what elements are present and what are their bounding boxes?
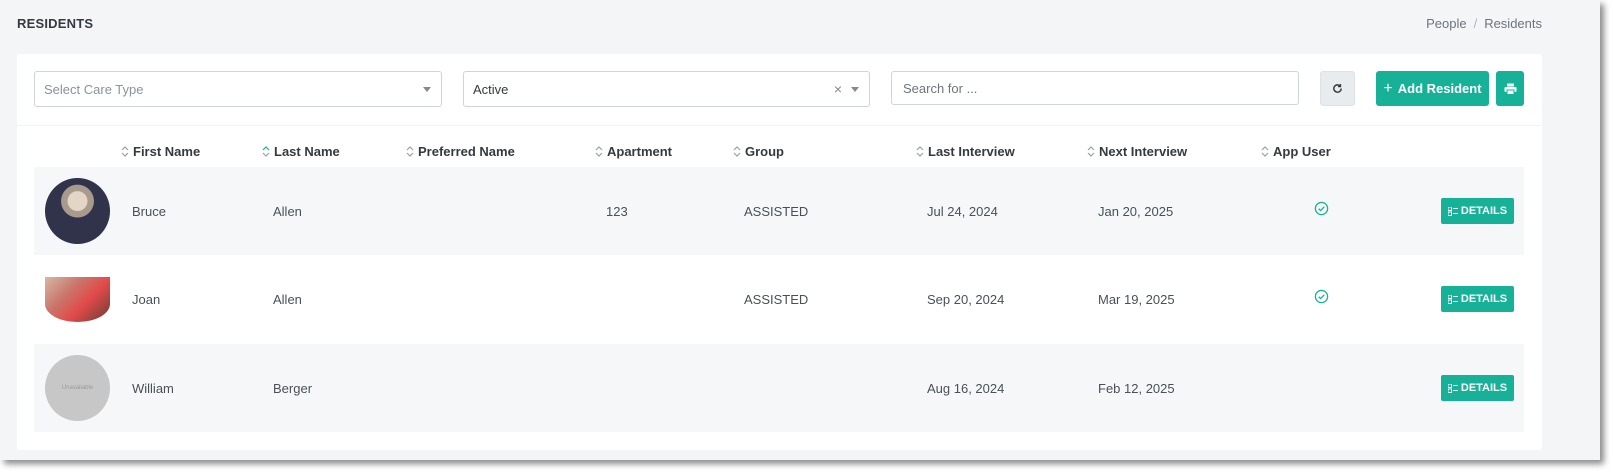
- sort-icon: [406, 146, 414, 157]
- refresh-icon: [1333, 84, 1342, 93]
- plus-icon: +: [1383, 79, 1393, 97]
- details-label: DETAILS: [1460, 205, 1508, 217]
- page-title: RESIDENTS: [17, 16, 94, 31]
- filter-bar: Select Care Type Active × + Add Resident: [17, 54, 1542, 126]
- table-row[interactable]: Unavailable William Berger Aug 16, 2024 …: [34, 344, 1524, 432]
- avatar: [45, 178, 110, 244]
- last-name: Allen: [273, 292, 302, 307]
- column-label: First Name: [133, 144, 201, 159]
- clear-icon[interactable]: ×: [834, 81, 842, 97]
- column-group[interactable]: Group: [733, 144, 784, 159]
- details-button[interactable]: DETAILS: [1441, 286, 1514, 312]
- breadcrumb: People / Residents: [1426, 16, 1542, 31]
- first-name: Joan: [132, 292, 161, 307]
- last-interview: Aug 16, 2024: [927, 381, 1005, 396]
- avatar-unavailable-text: Unavailable: [61, 385, 94, 391]
- last-interview: Sep 20, 2024: [927, 292, 1005, 307]
- status-select[interactable]: Active ×: [463, 71, 870, 107]
- avatar: Unavailable: [45, 355, 110, 421]
- group: ASSISTED: [744, 292, 809, 307]
- sort-icon: [1261, 146, 1269, 157]
- table-header: First Name Last Name Preferred Name Apar…: [34, 138, 1524, 166]
- status-value: Active: [473, 81, 509, 97]
- sort-icon: [121, 146, 129, 157]
- chevron-down-icon: [851, 87, 859, 92]
- care-type-select[interactable]: Select Care Type: [34, 71, 442, 107]
- last-interview: Jul 24, 2024: [927, 204, 998, 219]
- column-label: Group: [745, 144, 784, 159]
- sort-icon: [1087, 146, 1095, 157]
- details-button[interactable]: DETAILS: [1441, 375, 1514, 401]
- first-name: Bruce: [132, 204, 166, 219]
- column-next-interview[interactable]: Next Interview: [1087, 144, 1187, 159]
- apartment: 123: [606, 204, 628, 219]
- breadcrumb-residents: Residents: [1484, 16, 1542, 31]
- details-label: DETAILS: [1460, 293, 1508, 305]
- column-label: Next Interview: [1099, 144, 1188, 159]
- group: ASSISTED: [744, 204, 809, 219]
- last-name: Berger: [273, 381, 313, 396]
- details-button[interactable]: DETAILS: [1441, 198, 1514, 224]
- breadcrumb-separator: /: [1473, 16, 1478, 31]
- sort-icon: [595, 146, 603, 157]
- sort-icon: [916, 146, 924, 157]
- details-icon: [1447, 206, 1458, 216]
- column-last-interview[interactable]: Last Interview: [916, 144, 1015, 159]
- column-label: Preferred Name: [418, 144, 515, 159]
- refresh-button[interactable]: [1320, 71, 1355, 106]
- add-resident-button[interactable]: + Add Resident: [1376, 71, 1489, 106]
- column-first-name[interactable]: First Name: [121, 144, 200, 159]
- column-label: Apartment: [607, 144, 673, 159]
- breadcrumb-people[interactable]: People: [1426, 16, 1466, 31]
- table-row[interactable]: Joan Allen ASSISTED Sep 20, 2024 Mar 19,…: [34, 255, 1524, 343]
- print-button[interactable]: [1496, 71, 1524, 106]
- check-circle-icon: [1314, 289, 1329, 304]
- first-name: William: [132, 381, 174, 396]
- next-interview: Feb 12, 2025: [1098, 381, 1175, 396]
- details-icon: [1447, 383, 1458, 393]
- add-resident-label: Add Resident: [1397, 81, 1482, 96]
- residents-card: Select Care Type Active × + Add Resident: [17, 54, 1542, 450]
- next-interview: Mar 19, 2025: [1098, 292, 1175, 307]
- next-interview: Jan 20, 2025: [1098, 204, 1174, 219]
- sort-icon: [733, 146, 741, 157]
- column-last-name[interactable]: Last Name: [262, 144, 340, 159]
- details-icon: [1447, 294, 1458, 304]
- table-row[interactable]: Bruce Allen 123 ASSISTED Jul 24, 2024 Ja…: [34, 167, 1524, 255]
- care-type-placeholder: Select Care Type: [44, 81, 144, 97]
- column-label: Last Interview: [928, 144, 1015, 159]
- column-label: Last Name: [274, 144, 340, 159]
- column-label: App User: [1273, 144, 1331, 159]
- avatar: [45, 277, 110, 322]
- page-frame: RESIDENTS People / Residents Select Care…: [0, 0, 1600, 460]
- column-app-user[interactable]: App User: [1261, 144, 1331, 159]
- search-input[interactable]: [891, 71, 1299, 105]
- column-preferred-name[interactable]: Preferred Name: [406, 144, 515, 159]
- column-apartment[interactable]: Apartment: [595, 144, 672, 159]
- chevron-down-icon: [423, 87, 431, 92]
- sort-icon: [262, 146, 270, 157]
- details-label: DETAILS: [1460, 382, 1508, 394]
- printer-icon: [1504, 83, 1516, 95]
- check-circle-icon: [1314, 201, 1329, 216]
- last-name: Allen: [273, 204, 302, 219]
